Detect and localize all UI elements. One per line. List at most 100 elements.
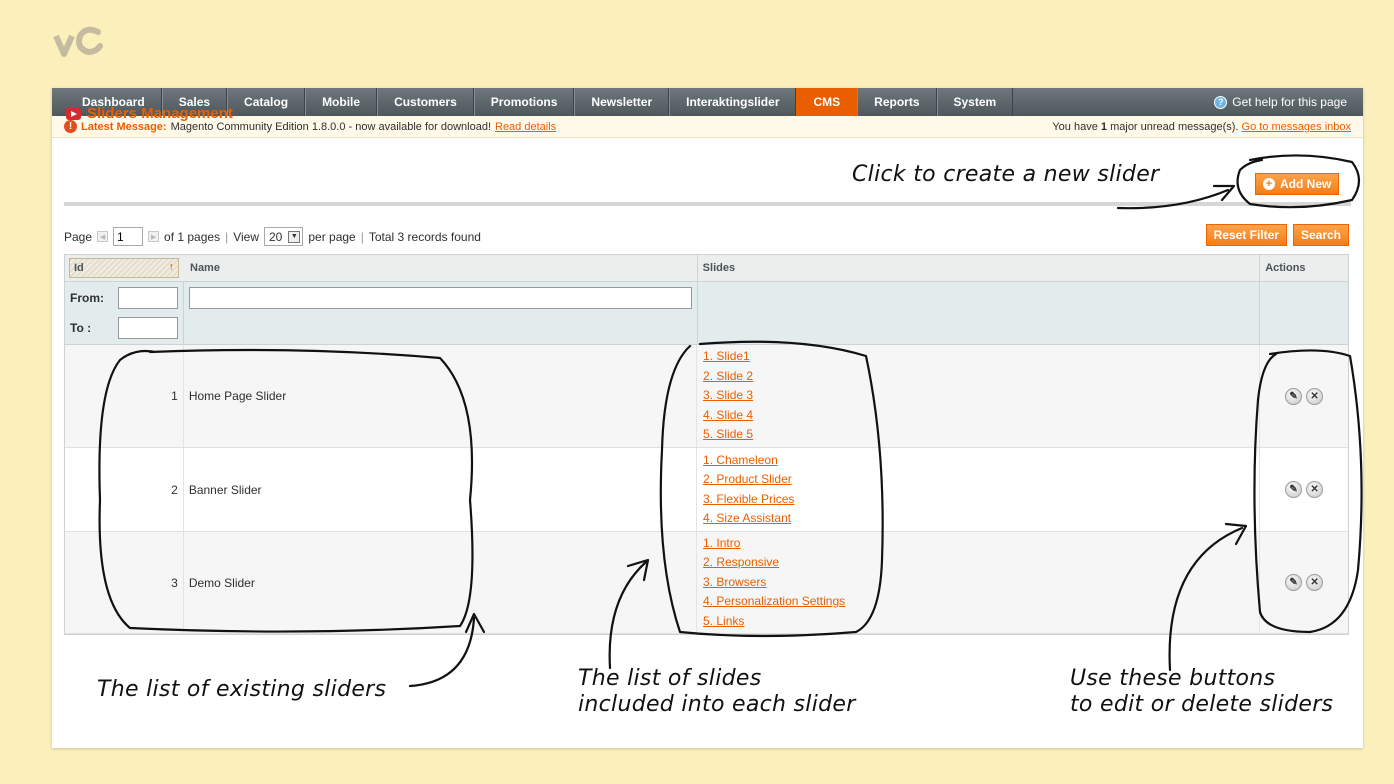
message-count: 1 xyxy=(1100,120,1108,133)
slide-link[interactable]: 5. Slide 5 xyxy=(703,425,753,445)
per-page-text: per page xyxy=(308,229,356,244)
nav-item-interaktingslider[interactable]: Interaktingslider xyxy=(669,88,797,116)
edit-icon[interactable]: ✎ xyxy=(1285,481,1303,498)
nav-item-cms[interactable]: CMS xyxy=(796,88,858,116)
cell-id: 1 xyxy=(65,345,184,447)
cell-name: Home Page Slider xyxy=(184,345,698,447)
annotation-buttons-line1: Use these buttons xyxy=(1070,666,1276,691)
per-page-select[interactable]: 20 ▼ xyxy=(264,227,304,246)
slides-filter xyxy=(698,282,1261,344)
message-title: Latest Message: xyxy=(81,120,167,133)
slide-link[interactable]: 4. Personalization Settings xyxy=(703,592,845,612)
message-text: Magento Community Edition 1.8.0.0 - now … xyxy=(170,120,491,133)
help-link[interactable]: ? Get help for this page xyxy=(1214,88,1347,116)
annotation-buttons-line2: to edit or delete sliders xyxy=(1070,692,1334,717)
table-row[interactable]: 1 Home Page Slider 1. Slide1 2. Slide 2 3. S… xyxy=(65,345,1348,448)
cell-name: Banner Slider xyxy=(184,448,698,531)
annotation-slides-line2: included into each slider xyxy=(578,692,856,717)
view-label: View xyxy=(233,229,259,244)
edit-icon[interactable]: ✎ xyxy=(1285,574,1303,591)
actions-filter xyxy=(1260,282,1348,344)
reset-filter-button[interactable]: Reset Filter xyxy=(1205,224,1287,246)
slide-link[interactable]: 1. Slide1 xyxy=(703,347,750,367)
annotation-slides-line1: The list of slides xyxy=(578,666,762,691)
message-count-suffix: major unread message(s). xyxy=(1110,120,1239,133)
table-row[interactable]: 3 Demo Slider 1. Intro 2. Responsive 3. Brow… xyxy=(65,532,1348,634)
messages-inbox-link[interactable]: Go to messages inbox xyxy=(1242,121,1351,133)
slide-link[interactable]: 2. Product Slider xyxy=(703,470,792,490)
next-page-icon[interactable]: ▶ xyxy=(148,231,160,242)
help-icon: ? xyxy=(1214,95,1228,109)
chevron-down-icon: ▼ xyxy=(288,230,301,243)
cell-slides: 1. Slide1 2. Slide 2 3. Slide 3 4. Slide 45… xyxy=(697,345,1261,447)
sort-arrow-icon: ↑ xyxy=(168,261,175,273)
read-details-link[interactable]: Read details xyxy=(495,121,556,133)
page-input[interactable] xyxy=(113,227,144,246)
name-filter-input[interactable] xyxy=(188,287,692,309)
cell-id: 2 xyxy=(65,448,184,531)
pager: Page ◀ ▶ of 1 pages | View 20 ▼ per page… xyxy=(64,227,481,246)
annotation-buttons: Use these buttons to edit or delete slid… xyxy=(1070,666,1333,718)
nav-item-catalog[interactable]: Catalog xyxy=(227,88,306,116)
slide-link[interactable]: 5. Links xyxy=(703,612,744,632)
column-actions: Actions xyxy=(1265,262,1306,274)
slide-link[interactable]: 3. Browsers xyxy=(703,573,766,593)
page-title-text: Sliders Management xyxy=(87,105,233,122)
grid-buttons: Reset Filter Search xyxy=(1205,224,1349,246)
slider-icon xyxy=(66,107,81,120)
slide-link[interactable]: 2. Responsive xyxy=(703,553,779,573)
plus-icon: + xyxy=(1263,178,1275,190)
nav-item-promotions[interactable]: Promotions xyxy=(473,88,575,116)
per-page-value: 20 xyxy=(269,229,283,244)
delete-icon[interactable]: ✕ xyxy=(1306,574,1324,591)
id-to-input[interactable] xyxy=(117,317,178,339)
add-new-label: Add New xyxy=(1280,177,1332,191)
delete-icon[interactable]: ✕ xyxy=(1306,481,1324,498)
help-label: Get help for this page xyxy=(1232,95,1347,109)
cell-slides: 1. Intro 2. Responsive 3. Browsers 4. Perso… xyxy=(697,532,1261,633)
slide-link[interactable]: 3. Slide 3 xyxy=(703,386,753,406)
title-divider xyxy=(64,202,1351,206)
nav-item-customers[interactable]: Customers xyxy=(377,88,474,116)
column-id[interactable]: Id ↑ xyxy=(69,258,179,278)
cell-actions: ✎ ✕ xyxy=(1260,448,1348,531)
column-slides[interactable]: Slides xyxy=(698,255,1261,281)
cell-id: 3 xyxy=(65,532,184,633)
cell-actions: ✎ ✕ xyxy=(1260,532,1348,633)
separator: | xyxy=(225,229,229,244)
annotation-slides: The list of slides included into each sl… xyxy=(578,666,856,718)
separator: | xyxy=(360,229,364,244)
delete-icon[interactable]: ✕ xyxy=(1306,387,1324,405)
annotation-create: Click to create a new slider xyxy=(852,162,1160,187)
prev-page-icon[interactable]: ◀ xyxy=(97,231,109,242)
grid-body: 1 Home Page Slider 1. Slide1 2. Slide 2 3. S… xyxy=(65,345,1348,634)
filter-row: From: To : xyxy=(65,282,1348,345)
slide-link[interactable]: 3. Flexible Prices xyxy=(703,490,794,510)
nav-item-system[interactable]: System xyxy=(936,88,1014,116)
id-filter: From: To : xyxy=(65,282,184,344)
edit-icon[interactable]: ✎ xyxy=(1285,387,1303,405)
table-row[interactable]: 2 Banner Slider 1. Chameleon 2. Product Sli… xyxy=(65,448,1348,532)
to-label: To : xyxy=(70,321,92,335)
search-button[interactable]: Search xyxy=(1292,224,1349,246)
nav-item-mobile[interactable]: Mobile xyxy=(305,88,378,116)
admin-page: Dashboard Sales Catalog Mobile Customers Prom… xyxy=(52,88,1363,748)
add-new-button[interactable]: + Add New xyxy=(1255,173,1340,195)
nav-item-reports[interactable]: Reports xyxy=(857,88,937,116)
id-from-input[interactable] xyxy=(117,287,178,309)
slide-link[interactable]: 4. Slide 4 xyxy=(703,406,753,426)
nav-item-newsletter[interactable]: Newsletter xyxy=(574,88,670,116)
slide-link[interactable]: 1. Intro xyxy=(703,534,740,554)
from-label: From: xyxy=(70,291,104,305)
column-name[interactable]: Name xyxy=(185,255,698,281)
cell-slides: 1. Chameleon 2. Product Slider 3. Flexible… xyxy=(697,448,1261,531)
slide-link[interactable]: 1. Chameleon xyxy=(703,451,778,471)
of-pages-text: of 1 pages xyxy=(164,229,221,244)
page-label: Page xyxy=(64,229,93,244)
slide-link[interactable]: 2. Slide 2 xyxy=(703,367,753,387)
main-nav: Dashboard Sales Catalog Mobile Customers Prom… xyxy=(52,88,1363,116)
column-id-label: Id xyxy=(74,262,84,274)
sliders-grid: Id ↑ Name Slides Actions From: To : 1 Hom… xyxy=(64,254,1349,635)
slide-link[interactable]: 4. Size Assistant xyxy=(703,509,791,529)
cell-actions: ✎ ✕ xyxy=(1260,345,1348,447)
